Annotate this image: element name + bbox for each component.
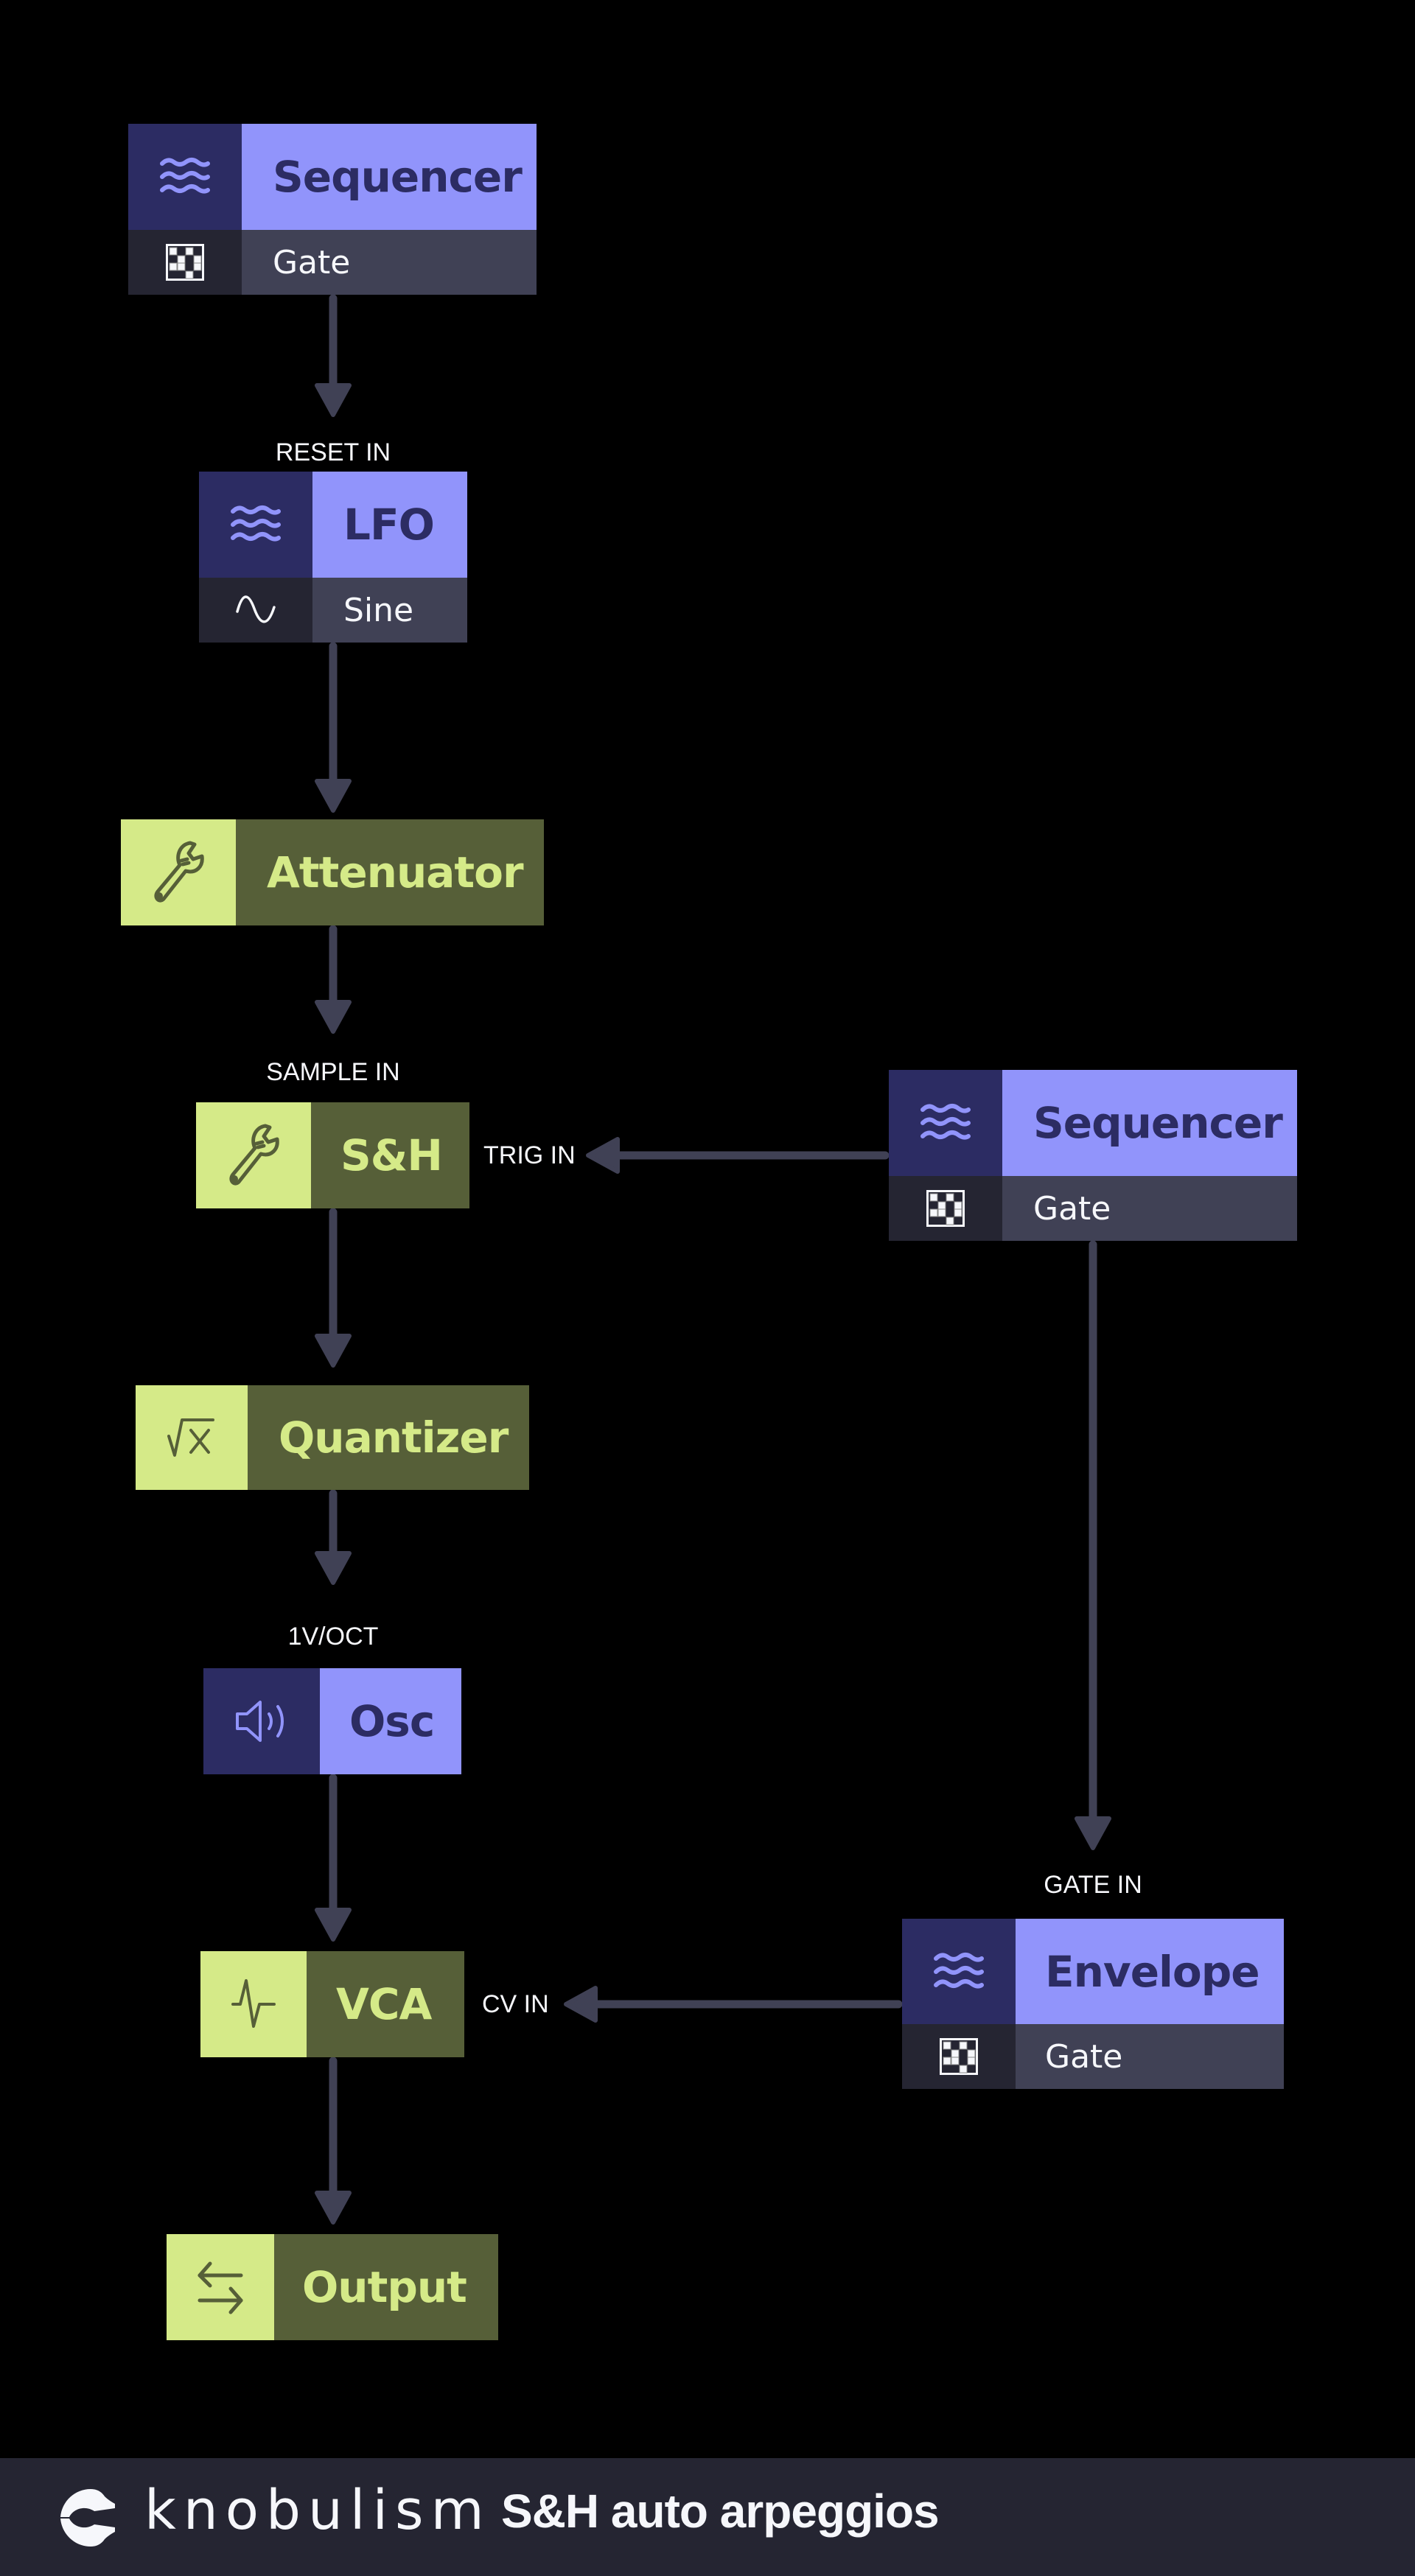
wrench-icon [121,819,236,925]
attenuator-node[interactable]: Attenuator [121,819,544,925]
sample-hold-node[interactable]: S&H [196,1102,469,1208]
wire-osc-to-vca [315,1774,352,1942]
node-subtitle: Gate [1016,2024,1284,2089]
gate-pattern-icon [128,230,242,295]
sequencer-node-2[interactable]: Sequencer Gate [889,1070,1297,1241]
wire-envelope-to-cv-in [564,1986,903,2023]
node-subtitle: Sine [312,578,467,643]
quantizer-node[interactable]: Quantizer [136,1385,529,1490]
node-title: Sequencer [242,124,537,230]
speaker-icon [203,1668,320,1774]
connection-wires [315,294,1111,2225]
envelope-node[interactable]: Envelope Gate [902,1919,1284,2089]
wrench-icon [196,1102,311,1208]
lfo-node[interactable]: LFO Sine [199,472,467,643]
node-title: S&H [311,1102,469,1208]
wire-sequencer-to-trig-in [586,1137,890,1174]
sine-wave-icon [199,578,312,643]
port-label-sample-in: SAMPLE IN [266,1058,400,1086]
node-title: Attenuator [236,819,544,925]
waves-icon [902,1919,1016,2024]
waves-icon [889,1070,1002,1176]
wire-sequencer-to-lfo [315,294,352,417]
sequencer-node[interactable]: Sequencer Gate [128,124,537,295]
node-subtitle: Gate [1002,1176,1297,1241]
knobulism-logo-icon [59,2486,122,2552]
node-title: Output [274,2234,498,2340]
node-title: LFO [312,472,467,578]
diagram-title: S&H auto arpeggios [501,2485,940,2538]
vca-node[interactable]: VCA [200,1951,464,2057]
node-title: Osc [320,1668,461,1774]
port-label-v-oct: 1V/OCT [287,1623,379,1651]
waves-icon [199,472,312,578]
port-label-gate-in: GATE IN [1044,1871,1142,1899]
gate-pattern-icon [889,1176,1002,1241]
osc-node[interactable]: Osc [203,1668,461,1774]
node-title: Sequencer [1002,1070,1297,1176]
node-title: Quantizer [248,1385,529,1490]
swap-arrows-icon [167,2234,274,2340]
wire-lfo-to-attenuator [315,642,352,813]
brand-name: knobulism [144,2479,492,2542]
wire-attenuator-to-sample-hold [315,925,352,1034]
wire-sample-hold-to-quantizer [315,1208,352,1368]
wire-sequencer-to-envelope [1075,1240,1111,1850]
gate-pattern-icon [902,2024,1016,2089]
wire-vca-to-output [315,2057,352,2225]
port-label-reset-in: RESET IN [275,438,391,466]
pulse-icon [200,1951,307,2057]
node-title: VCA [307,1951,464,2057]
output-node[interactable]: Output [167,2234,498,2340]
wire-quantizer-to-osc [315,1489,352,1585]
waves-icon [128,124,242,230]
node-subtitle: Gate [242,230,537,295]
node-title: Envelope [1016,1919,1284,2024]
footer-bar: knobulism S&H auto arpeggios [0,2458,1415,2576]
port-label-trig-in: TRIG IN [483,1141,576,1169]
square-root-icon [136,1385,248,1490]
port-label-cv-in: CV IN [482,1990,549,2018]
